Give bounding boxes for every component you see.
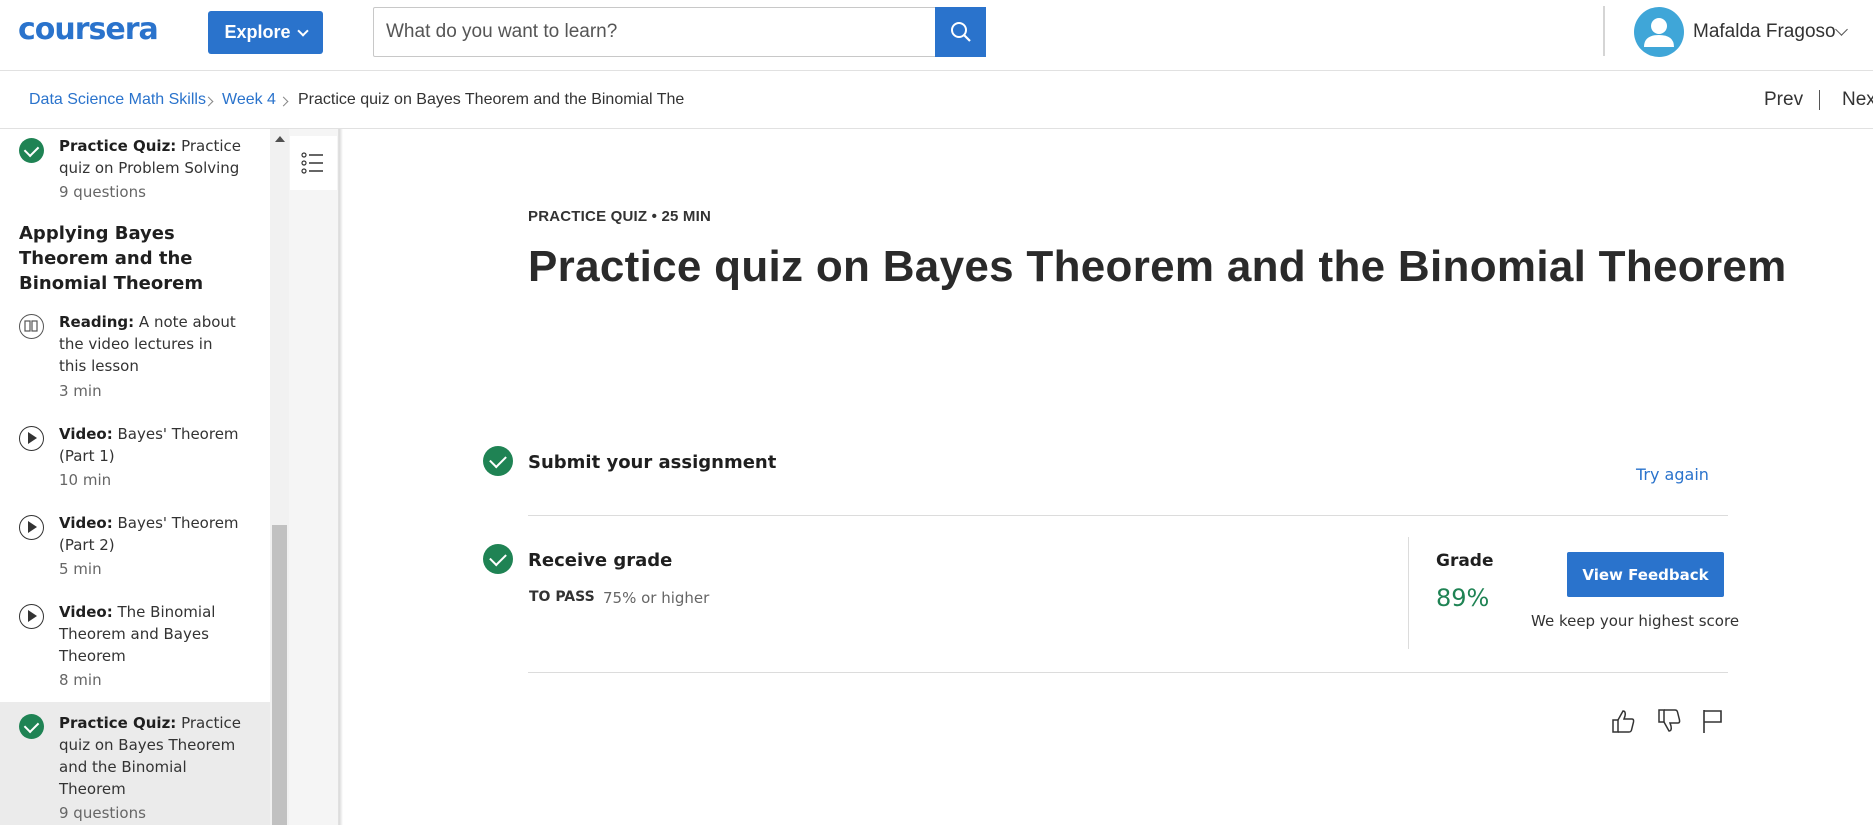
item-meta: 9 questions bbox=[59, 804, 146, 822]
breadcrumb-current: Practice quiz on Bayes Theorem and the B… bbox=[298, 91, 685, 108]
item-type: Practice Quiz: bbox=[59, 714, 177, 732]
play-icon bbox=[19, 604, 44, 629]
thumbs-up-icon[interactable] bbox=[1609, 707, 1637, 735]
list-icon bbox=[301, 152, 323, 174]
outline-toggle-rail bbox=[289, 129, 339, 825]
sidebar-item-label: Practice Quiz: Practice quiz on Problem … bbox=[59, 135, 244, 179]
content-edge-shadow bbox=[339, 129, 343, 825]
course-outline-sidebar: Practice Quiz: Practice quiz on Problem … bbox=[0, 129, 270, 825]
item-meta: 10 min bbox=[59, 471, 112, 489]
breadcrumb: Data Science Math Skills Week 4 Practice… bbox=[0, 71, 1873, 129]
to-pass-label: TO PASS bbox=[529, 589, 595, 605]
top-navigation-bar: coursera Explore Mafalda Fragoso bbox=[0, 0, 1873, 71]
explore-button-label: Explore bbox=[224, 22, 291, 42]
search-button[interactable] bbox=[935, 7, 986, 57]
check-icon bbox=[483, 544, 513, 574]
sidebar-item-video-binomial[interactable]: Video: The Binomial Theorem and Bayes Th… bbox=[0, 601, 270, 693]
sidebar-item-label: Video: Bayes' Theorem (Part 2) bbox=[59, 512, 244, 556]
item-type: Video: bbox=[59, 514, 113, 532]
item-type: Video: bbox=[59, 425, 113, 443]
grade-value: 89% bbox=[1436, 584, 1490, 612]
next-link[interactable]: Nex bbox=[1842, 89, 1873, 111]
prev-link[interactable]: Prev bbox=[1764, 89, 1803, 111]
section-title: Applying Bayes Theorem and the Binomial … bbox=[19, 223, 204, 294]
play-icon bbox=[19, 426, 44, 451]
item-meta: 8 min bbox=[59, 671, 102, 689]
sidebar-item-practice-quiz-bayes[interactable]: Practice Quiz: Practice quiz on Bayes Th… bbox=[0, 702, 270, 825]
sidebar-scrollbar-thumb[interactable] bbox=[272, 525, 287, 825]
search-icon bbox=[950, 22, 971, 42]
grade-divider bbox=[1408, 537, 1409, 649]
prev-next-divider bbox=[1819, 90, 1820, 110]
try-again-link[interactable]: Try again bbox=[1636, 465, 1709, 484]
sidebar-item-reading[interactable]: Reading: A note about the video lectures… bbox=[0, 311, 270, 403]
grade-label: Grade bbox=[1436, 551, 1494, 571]
item-meta: 9 questions bbox=[59, 183, 146, 201]
sidebar-item-practice-quiz-problem-solving[interactable]: Practice Quiz: Practice quiz on Problem … bbox=[0, 129, 270, 209]
avatar[interactable] bbox=[1634, 7, 1684, 57]
sidebar-item-video-bayes-1[interactable]: Video: Bayes' Theorem (Part 1) 10 min bbox=[0, 423, 270, 495]
sidebar-item-label: Reading: A note about the video lectures… bbox=[59, 311, 244, 377]
sidebar-item-video-bayes-2[interactable]: Video: Bayes' Theorem (Part 2) 5 min bbox=[0, 512, 270, 584]
item-eyebrow: PRACTICE QUIZ • 25 MIN bbox=[528, 208, 712, 225]
chevron-down-icon bbox=[296, 24, 309, 37]
sidebar-item-label: Video: The Binomial Theorem and Bayes Th… bbox=[59, 601, 244, 667]
check-icon bbox=[19, 138, 44, 163]
item-type: Reading: bbox=[59, 313, 135, 331]
flag-icon[interactable] bbox=[1699, 707, 1727, 735]
item-type: Practice Quiz: bbox=[59, 137, 177, 155]
user-name[interactable]: Mafalda Fragoso bbox=[1693, 21, 1836, 43]
check-icon bbox=[483, 446, 513, 476]
item-type: Video: bbox=[59, 603, 113, 621]
chevron-right-icon bbox=[278, 96, 289, 107]
user-icon bbox=[1644, 18, 1674, 47]
chevron-down-icon[interactable] bbox=[1835, 23, 1848, 36]
item-meta: 5 min bbox=[59, 560, 102, 578]
search-box bbox=[373, 7, 986, 57]
explore-button[interactable]: Explore bbox=[208, 11, 323, 54]
play-icon bbox=[19, 515, 44, 540]
item-meta: 3 min bbox=[59, 382, 102, 400]
search-input[interactable] bbox=[374, 8, 934, 56]
highest-score-note: We keep your highest score bbox=[1531, 612, 1740, 630]
sidebar-item-label: Video: Bayes' Theorem (Part 1) bbox=[59, 423, 244, 467]
book-icon bbox=[19, 314, 44, 339]
breadcrumb-course[interactable]: Data Science Math Skills bbox=[29, 91, 206, 109]
page-title: Practice quiz on Bayes Theorem and the B… bbox=[528, 242, 1787, 291]
divider bbox=[528, 515, 1728, 516]
coursera-logo[interactable]: coursera bbox=[18, 12, 159, 47]
divider bbox=[528, 672, 1728, 673]
header-divider bbox=[1603, 6, 1605, 56]
view-feedback-button[interactable]: View Feedback bbox=[1567, 552, 1724, 597]
receive-grade-title: Receive grade bbox=[528, 550, 673, 571]
submit-step-title: Submit your assignment bbox=[528, 452, 777, 473]
outline-toggle-button[interactable] bbox=[290, 136, 337, 190]
thumbs-down-icon[interactable] bbox=[1655, 707, 1683, 735]
scroll-up-arrow-icon[interactable] bbox=[275, 136, 285, 142]
to-pass-value: 75% or higher bbox=[603, 589, 710, 607]
sidebar-item-label: Practice Quiz: Practice quiz on Bayes Th… bbox=[59, 712, 244, 800]
check-icon bbox=[19, 714, 44, 739]
breadcrumb-week[interactable]: Week 4 bbox=[222, 91, 276, 109]
